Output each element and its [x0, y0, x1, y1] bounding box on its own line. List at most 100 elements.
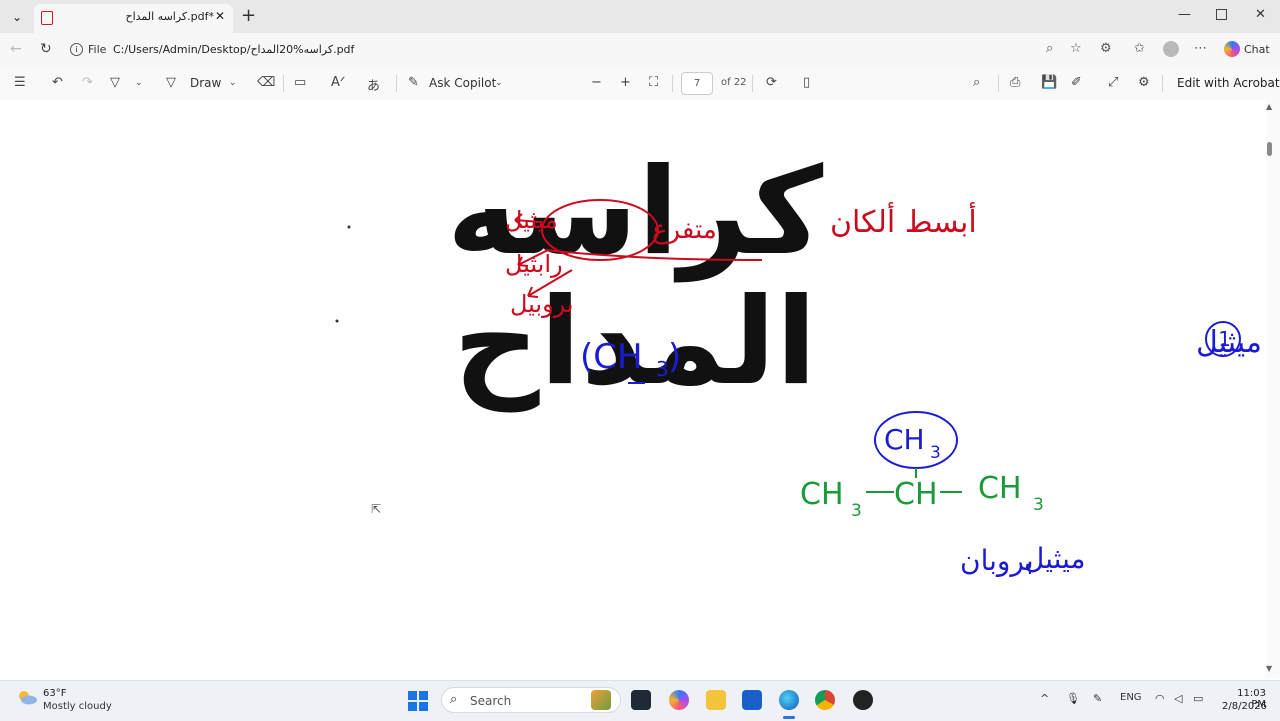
- settings-gear-icon[interactable]: ⚙: [1138, 75, 1150, 90]
- maximize-window-button[interactable]: [1216, 9, 1227, 20]
- close-tab-icon[interactable]: ✕: [215, 9, 225, 23]
- windows-taskbar: 63°F Mostly cloudy ⌕ Search ^ 🎙 ✎ ENG ◠ …: [0, 680, 1280, 721]
- search-placeholder: Search: [470, 694, 512, 708]
- tab-actions-menu-button[interactable]: ⌄: [6, 6, 28, 28]
- browser-tab-strip: ⌄ كراسه المداح.pdf* ✕ + — ✕: [0, 0, 1280, 33]
- scroll-up-arrow-icon[interactable]: ▲: [1266, 102, 1272, 111]
- close-window-button[interactable]: ✕: [1255, 7, 1266, 22]
- search-icon: ⌕: [450, 692, 458, 707]
- mouse-pointer-icon: ⇱: [371, 502, 382, 516]
- fit-page-icon[interactable]: ⛶: [649, 75, 658, 90]
- table-of-contents-icon[interactable]: ☰: [14, 75, 26, 90]
- toolbar-divider: [396, 75, 397, 92]
- zoom-icon[interactable]: ⌕: [1046, 41, 1053, 56]
- site-info-icon[interactable]: i: [70, 43, 83, 56]
- address-bar: ← ↻ i File C:/Users/Admin/Desktop/كراسه%…: [0, 33, 1280, 67]
- find-icon[interactable]: ⌕: [973, 75, 980, 90]
- active-app-indicator: [783, 716, 795, 719]
- weather-description[interactable]: Mostly cloudy: [43, 701, 112, 712]
- red-branch-methyl: ميثيل: [505, 206, 558, 234]
- blue-formula-close: ): [668, 337, 681, 377]
- edge-browser-icon[interactable]: [779, 690, 799, 710]
- handwritten-annotations: أبسط ألكان متفرع ميثيل رابثيل بروبيل 1 أ…: [335, 199, 1266, 577]
- draw-options-chevron-icon[interactable]: ⌄: [229, 78, 237, 88]
- page-view-icon[interactable]: ▯: [803, 75, 810, 90]
- blue-formula-subscript: 3: [656, 357, 669, 381]
- erase-icon[interactable]: ⌫: [257, 75, 275, 90]
- clock-date[interactable]: 2/8/2026: [1222, 701, 1267, 712]
- battery-icon[interactable]: ▭: [1193, 692, 1203, 705]
- read-aloud-icon[interactable]: Aᐟ: [331, 75, 345, 90]
- save-icon[interactable]: 💾: [1041, 75, 1057, 90]
- input-language[interactable]: ENG: [1120, 692, 1142, 703]
- zoom-in-icon[interactable]: +: [620, 75, 631, 90]
- copilot-app-icon[interactable]: [669, 690, 689, 710]
- stray-dot: [347, 225, 351, 229]
- wifi-icon[interactable]: ◠: [1155, 692, 1165, 705]
- microphone-icon[interactable]: 🎙: [1066, 692, 1080, 705]
- translate-icon[interactable]: あ: [367, 75, 380, 94]
- stray-dot: [335, 319, 339, 323]
- chrome-browser-icon[interactable]: [815, 690, 835, 710]
- copilot-icon: [1224, 41, 1240, 57]
- profile-avatar[interactable]: [1163, 41, 1179, 57]
- refresh-icon[interactable]: ↻: [40, 41, 52, 57]
- weather-temperature[interactable]: 63°F: [43, 688, 66, 699]
- github-app-icon[interactable]: [853, 690, 873, 710]
- extensions-icon[interactable]: ⚙: [1100, 41, 1112, 56]
- store-app-icon[interactable]: [742, 690, 762, 710]
- highlight-icon[interactable]: ▽: [110, 75, 120, 90]
- draw-button[interactable]: Draw: [190, 76, 221, 90]
- struct-middle-ch: CH: [894, 477, 938, 512]
- start-button[interactable]: [408, 691, 428, 711]
- vertical-scrollbar[interactable]: [1266, 100, 1280, 678]
- new-tab-button[interactable]: +: [241, 5, 256, 26]
- print-icon[interactable]: ⎙: [1010, 75, 1020, 90]
- struct-right-ch: CH: [978, 471, 1022, 506]
- edit-with-acrobat-button[interactable]: Edit with Acrobat: [1177, 76, 1280, 90]
- red-note-line-1: أبسط ألكان: [830, 201, 977, 240]
- add-text-icon[interactable]: ▭: [294, 75, 306, 90]
- pen-icon[interactable]: ✎: [1093, 692, 1102, 705]
- toolbar-divider: [998, 75, 999, 92]
- scrollbar-thumb[interactable]: [1267, 142, 1272, 156]
- red-branch-propyl: بروبيل: [510, 290, 574, 318]
- url-input[interactable]: C:/Users/Admin/Desktop/كراسه%20المداح.pd…: [113, 43, 354, 56]
- ask-copilot-button[interactable]: Ask Copilot: [429, 76, 496, 90]
- back-arrow-icon[interactable]: ←: [10, 41, 22, 57]
- toolbar-divider: [752, 75, 753, 92]
- save-as-icon[interactable]: ✐: [1071, 75, 1082, 90]
- toolbar-divider: [283, 75, 284, 92]
- page-number-input[interactable]: 7: [681, 72, 713, 95]
- fullscreen-icon[interactable]: ⤢: [1108, 75, 1118, 90]
- scroll-down-arrow-icon[interactable]: ▼: [1266, 664, 1272, 673]
- task-view-icon[interactable]: [631, 690, 651, 710]
- more-options-icon[interactable]: ⋯: [1194, 41, 1207, 56]
- struct-left-ch: CH: [800, 477, 844, 512]
- favorite-star-icon[interactable]: ☆: [1070, 41, 1082, 56]
- page-total-label: of 22: [721, 77, 747, 88]
- redo-icon[interactable]: ↷: [82, 75, 93, 90]
- draw-icon[interactable]: ▽: [166, 75, 176, 90]
- copilot-small-icon: ✎: [408, 75, 419, 90]
- volume-icon[interactable]: ◁: [1174, 692, 1182, 705]
- widgets-app-icon[interactable]: [591, 690, 611, 710]
- copilot-chat-button[interactable]: Chat: [1224, 41, 1270, 57]
- undo-icon[interactable]: ↶: [52, 75, 63, 90]
- url-scheme-label: File: [88, 43, 107, 56]
- zoom-out-icon[interactable]: −: [591, 75, 602, 90]
- highlight-options-chevron-icon[interactable]: ⌄: [135, 78, 143, 88]
- struct-right-subscript: 3: [1033, 495, 1044, 515]
- tab-active-pdf[interactable]: كراسه المداح.pdf* ✕: [34, 4, 233, 33]
- struct-top-subscript: 3: [930, 443, 941, 463]
- tab-title: كراسه المداح.pdf*: [125, 10, 214, 23]
- minimize-window-button[interactable]: —: [1178, 7, 1191, 22]
- rotate-icon[interactable]: ⟳: [766, 75, 777, 90]
- favorites-icon[interactable]: ✩: [1134, 41, 1145, 56]
- show-hidden-icons-chevron-icon[interactable]: ^: [1040, 692, 1049, 705]
- file-explorer-icon[interactable]: [706, 690, 726, 710]
- red-branch-ethyl: رابثيل: [505, 250, 563, 278]
- copilot-chevron-icon[interactable]: ⌄: [495, 78, 503, 88]
- struct-top-ch: CH: [884, 423, 925, 456]
- pdf-page-canvas[interactable]: كراسه المداح أبسط ألكان متفرع ميثيل رابث…: [0, 100, 1266, 678]
